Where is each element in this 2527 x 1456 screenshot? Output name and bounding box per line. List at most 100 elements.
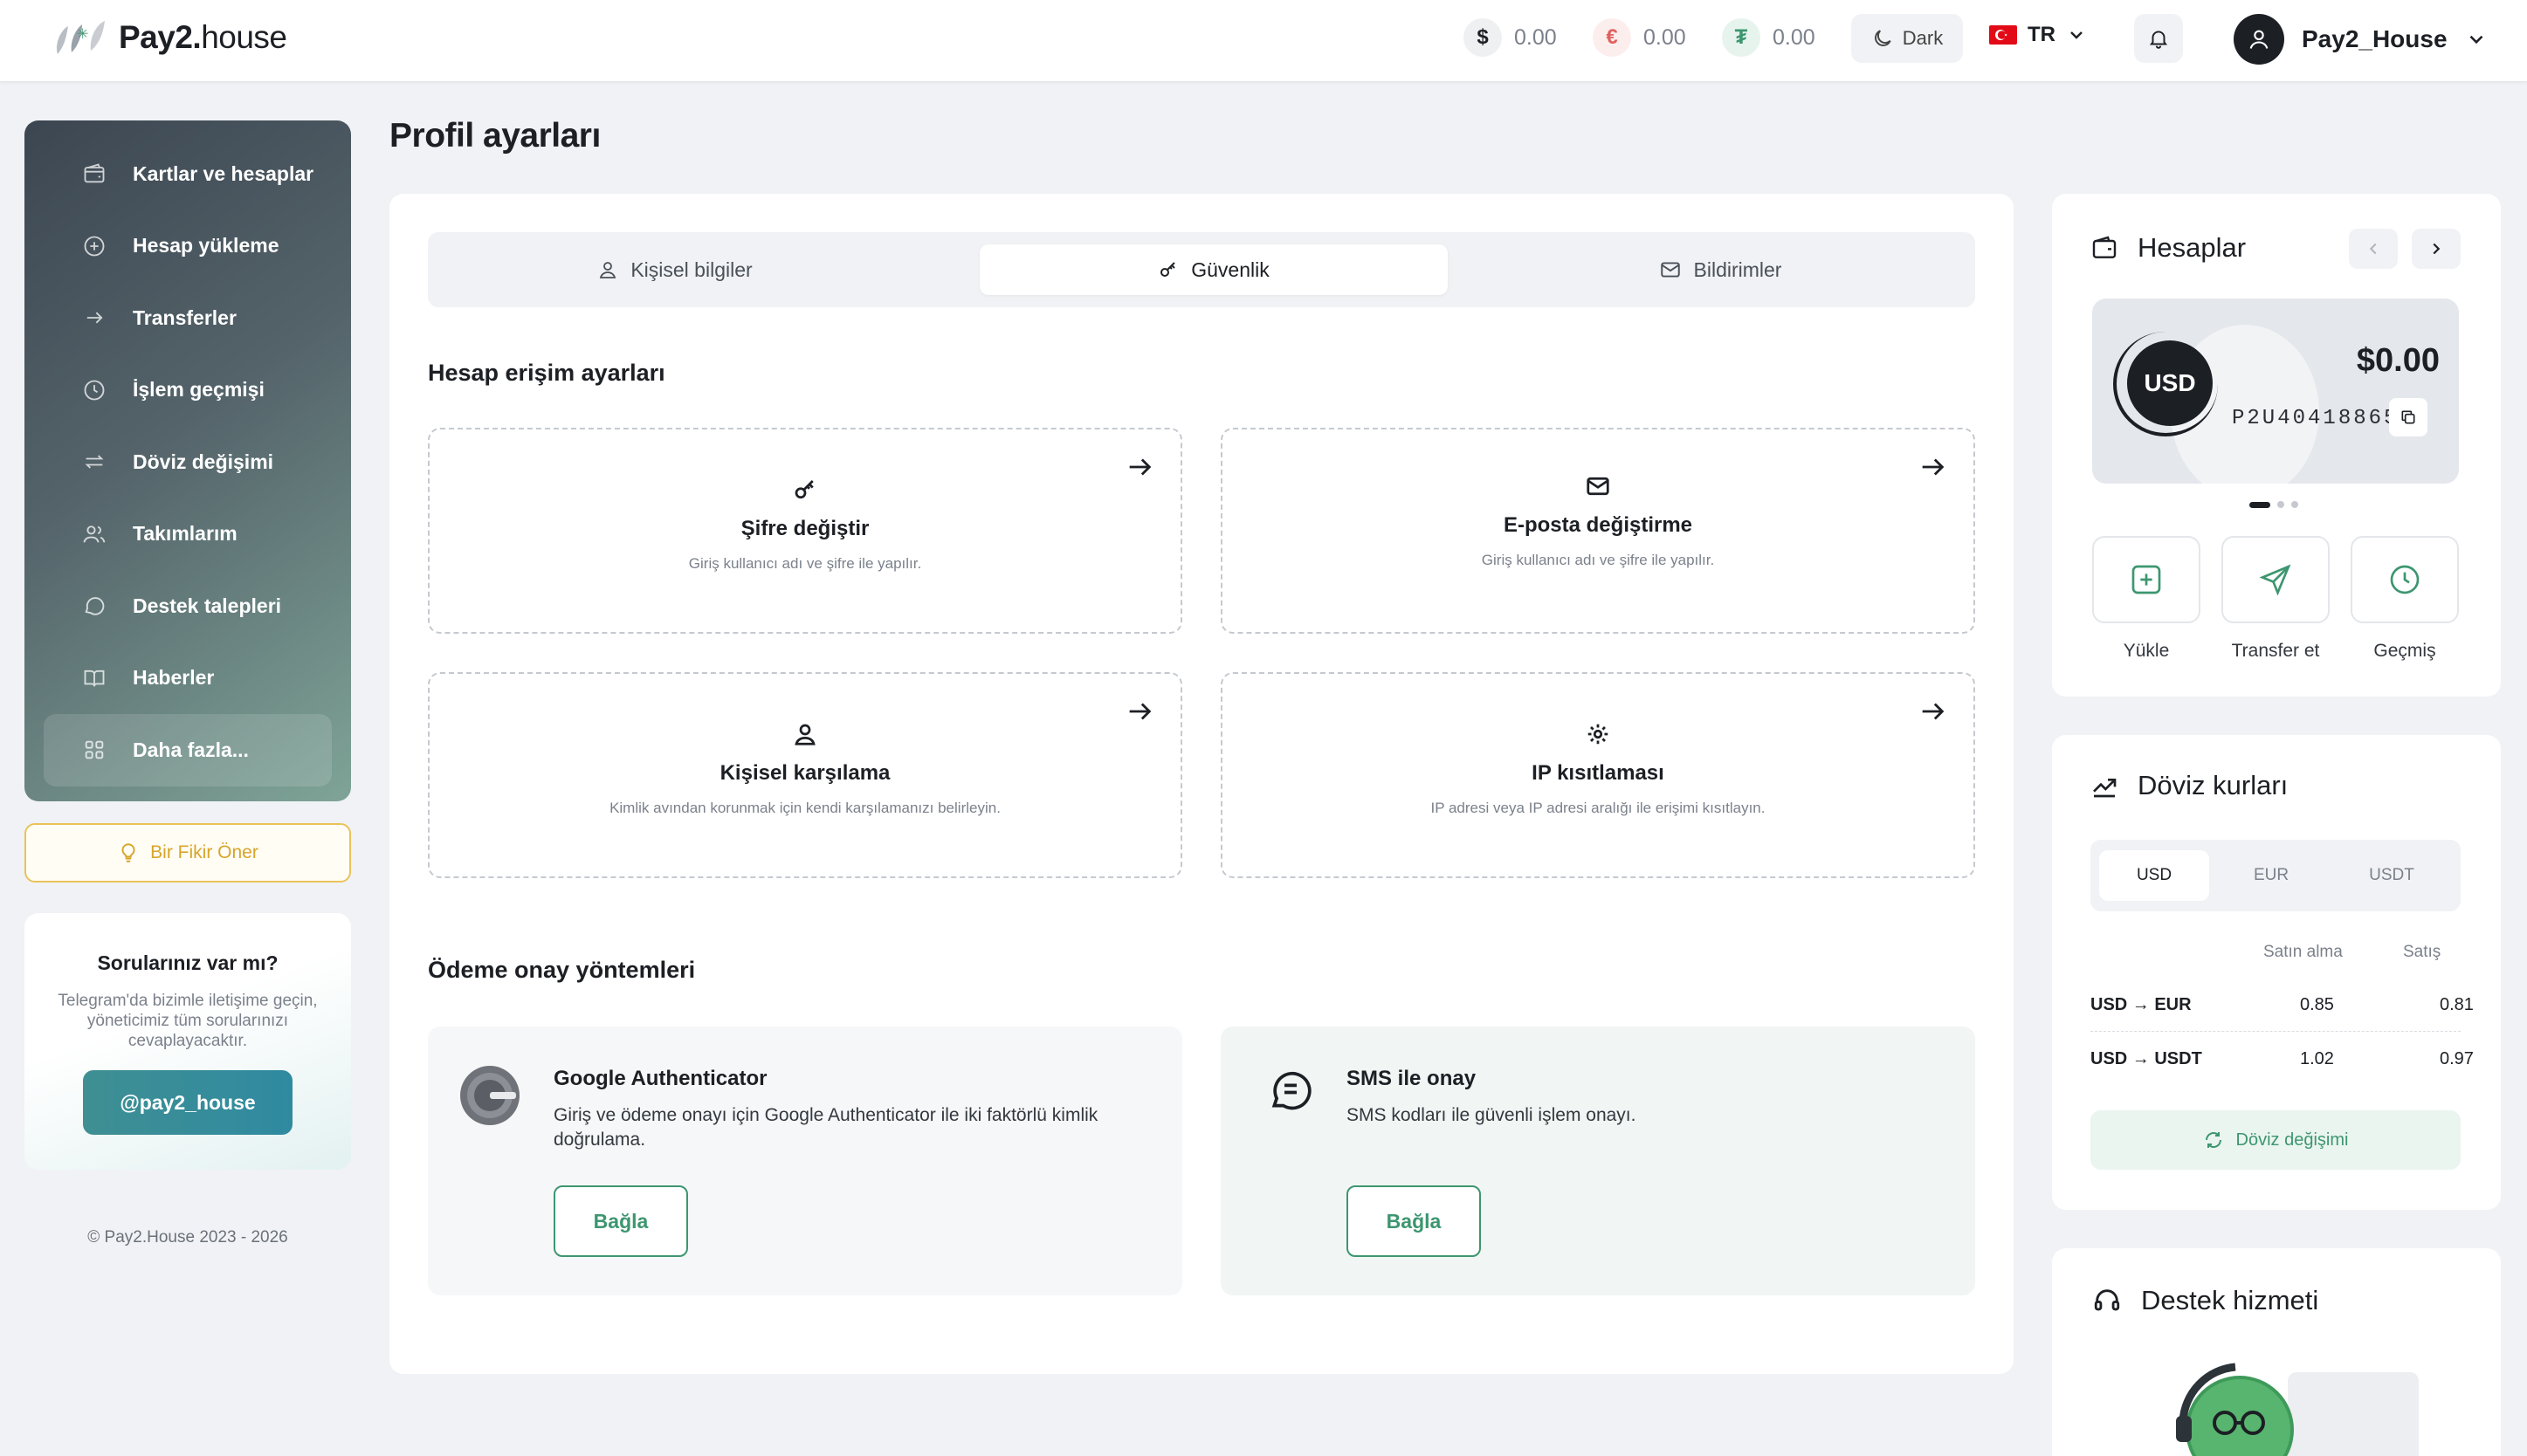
option-title: E-posta değiştirme bbox=[1503, 513, 1693, 537]
balance-usd[interactable]: $ 0.00 bbox=[1463, 18, 1557, 57]
option-desc: Giriş kullanıcı adı ve şifre ile yapılır… bbox=[1481, 552, 1715, 568]
telegram-button[interactable]: @pay2_house bbox=[83, 1070, 293, 1135]
exchange-button[interactable]: Döviz değişimi bbox=[2090, 1110, 2461, 1170]
sidebar-item-history[interactable]: İşlem geçmişi bbox=[44, 354, 332, 427]
tab-usdt[interactable]: USDT bbox=[2337, 850, 2447, 901]
help-text: Telegram'da bizimle iletişime geçin, yön… bbox=[58, 992, 318, 1050]
carousel-dot[interactable] bbox=[2277, 501, 2284, 508]
support-mascot-illustration bbox=[2176, 1363, 2419, 1456]
balance-usdt[interactable]: ₮ 0.00 bbox=[1722, 18, 1815, 57]
google-authenticator-icon bbox=[460, 1066, 520, 1125]
clock-icon bbox=[84, 380, 105, 401]
user-icon bbox=[2249, 30, 2269, 49]
sms-icon bbox=[1271, 1071, 1312, 1110]
sidebar-item-more[interactable]: Daha fazla... bbox=[44, 714, 332, 786]
dollar-icon: $ bbox=[1463, 18, 1502, 57]
wallet-icon bbox=[84, 163, 105, 183]
user-menu[interactable]: Pay2_House bbox=[2234, 14, 2488, 65]
sidebar-item-transfers[interactable]: Transferler bbox=[44, 282, 332, 354]
balance-eur[interactable]: € 0.00 bbox=[1593, 18, 1686, 57]
logo[interactable]: ✳ Pay2.house bbox=[52, 17, 287, 58]
sidebar-item-cards[interactable]: Kartlar ve hesaplar bbox=[44, 138, 332, 210]
tab-usd[interactable]: USD bbox=[2099, 850, 2209, 901]
personal-greeting-option[interactable]: Kişisel karşılama Kimlik avından korunma… bbox=[428, 672, 1182, 878]
chevron-left-icon bbox=[2369, 243, 2377, 255]
tab-label: Bildirimler bbox=[1693, 258, 1782, 281]
sell-header: Satış bbox=[2403, 943, 2441, 961]
sidebar-item-label: Döviz değişimi bbox=[133, 450, 274, 473]
change-password-option[interactable]: Şifre değiştir Giriş kullanıcı adı ve şi… bbox=[428, 428, 1182, 634]
chevron-down-icon bbox=[2469, 35, 2482, 45]
sidebar-item-label: Kartlar ve hesaplar bbox=[133, 161, 314, 185]
suggest-idea-label: Bir Fikir Öner bbox=[150, 842, 258, 862]
chat-icon bbox=[85, 597, 105, 615]
copy-account-button[interactable] bbox=[2389, 398, 2427, 436]
tab-personal-info[interactable]: Kişisel bilgiler bbox=[440, 244, 910, 295]
method-title: SMS ile onay bbox=[1346, 1067, 1477, 1090]
book-icon bbox=[84, 670, 105, 687]
sms-confirmation-card: SMS ile onay SMS kodları ile güvenli işl… bbox=[1221, 1027, 1975, 1295]
account-card-usd[interactable]: USD $0.00 P2U40418865 bbox=[2092, 299, 2459, 484]
logo-icon: ✳ bbox=[56, 21, 105, 54]
language-code: TR bbox=[2028, 23, 2055, 46]
tab-notifications[interactable]: Bildirimler bbox=[1484, 244, 1956, 295]
ip-restriction-option[interactable]: IP kısıtlaması IP adresi veya IP adresi … bbox=[1221, 672, 1975, 878]
topup-action[interactable]: Yükle bbox=[2092, 536, 2200, 662]
chevron-right-icon bbox=[2433, 243, 2441, 255]
rate-row: USD → EUR 0.85 0.81 bbox=[2090, 979, 2474, 1032]
svg-text:✳: ✳ bbox=[77, 27, 88, 42]
sidebar-item-label: İşlem geçmişi bbox=[133, 378, 265, 402]
balance-usd-amount: 0.00 bbox=[1514, 24, 1557, 50]
user-icon bbox=[600, 262, 616, 278]
connect-google-authenticator-button[interactable]: Bağla bbox=[554, 1185, 688, 1257]
rates-heading: Döviz kurları bbox=[2090, 770, 2288, 801]
tab-security[interactable]: Güvenlik bbox=[980, 244, 1448, 295]
method-title: Google Authenticator bbox=[554, 1067, 768, 1090]
transfer-action[interactable]: Transfer et bbox=[2221, 536, 2330, 662]
lightbulb-icon bbox=[121, 843, 135, 862]
sidebar-item-teams[interactable]: Takımlarım bbox=[44, 498, 332, 571]
balance-eur-amount: 0.00 bbox=[1643, 24, 1686, 50]
buy-header: Satın alma bbox=[2263, 943, 2343, 961]
rates-title: Döviz kurları bbox=[2138, 770, 2289, 800]
username: Pay2_House bbox=[2302, 25, 2448, 52]
sidebar-nav: Kartlar ve hesaplar Hesap yükleme Transf… bbox=[24, 120, 351, 801]
language-selector[interactable]: TR bbox=[1989, 23, 2087, 47]
mail-icon bbox=[1660, 262, 1680, 278]
tab-eur[interactable]: EUR bbox=[2216, 850, 2326, 901]
google-authenticator-card: Google Authenticator Giriş ve ödeme onay… bbox=[428, 1027, 1182, 1295]
sidebar-item-exchange[interactable]: Döviz değişimi bbox=[44, 426, 332, 498]
sidebar-item-label: Daha fazla... bbox=[133, 738, 249, 761]
plus-square-icon bbox=[2131, 565, 2161, 594]
arrow-right-icon bbox=[1922, 703, 1945, 720]
action-label: Yükle bbox=[2123, 641, 2170, 661]
support-heading: Destek hizmeti bbox=[2092, 1285, 2318, 1316]
clock-icon bbox=[2390, 565, 2420, 594]
sidebar-item-news[interactable]: Haberler bbox=[44, 642, 332, 715]
method-desc: Giriş ve ödeme onayı için Google Authent… bbox=[554, 1105, 1098, 1150]
sidebar-item-support[interactable]: Destek talepleri bbox=[44, 570, 332, 642]
option-desc: Giriş kullanıcı adı ve şifre ile yapılır… bbox=[688, 555, 922, 572]
headset-icon bbox=[2094, 1289, 2120, 1311]
page-title: Profil ayarları bbox=[389, 117, 601, 155]
grid-icon bbox=[85, 740, 104, 759]
accounts-heading: Hesaplar bbox=[2090, 232, 2246, 264]
theme-toggle-button[interactable]: Dark bbox=[1851, 14, 1963, 63]
carousel-prev-button[interactable] bbox=[2349, 229, 2398, 269]
change-email-option[interactable]: E-posta değiştirme Giriş kullanıcı adı v… bbox=[1221, 428, 1975, 634]
carousel-dot-active[interactable] bbox=[2249, 501, 2270, 508]
gear-icon bbox=[1587, 724, 1608, 745]
carousel-next-button[interactable] bbox=[2412, 229, 2461, 269]
account-number: P2U40418865 bbox=[2232, 407, 2400, 430]
account-balance: $0.00 bbox=[2356, 342, 2440, 379]
carousel-dot[interactable] bbox=[2291, 501, 2298, 508]
notifications-button[interactable] bbox=[2134, 14, 2183, 63]
option-title: Şifre değiştir bbox=[740, 517, 870, 540]
suggest-idea-button[interactable]: Bir Fikir Öner bbox=[24, 823, 351, 883]
connect-sms-button[interactable]: Bağla bbox=[1346, 1185, 1481, 1257]
sidebar-item-topup[interactable]: Hesap yükleme bbox=[44, 210, 332, 283]
rate-sell: 0.97 bbox=[2440, 1049, 2474, 1068]
action-label: Geçmiş bbox=[2373, 641, 2436, 661]
key-icon bbox=[795, 480, 814, 499]
history-action[interactable]: Geçmiş bbox=[2351, 536, 2459, 662]
